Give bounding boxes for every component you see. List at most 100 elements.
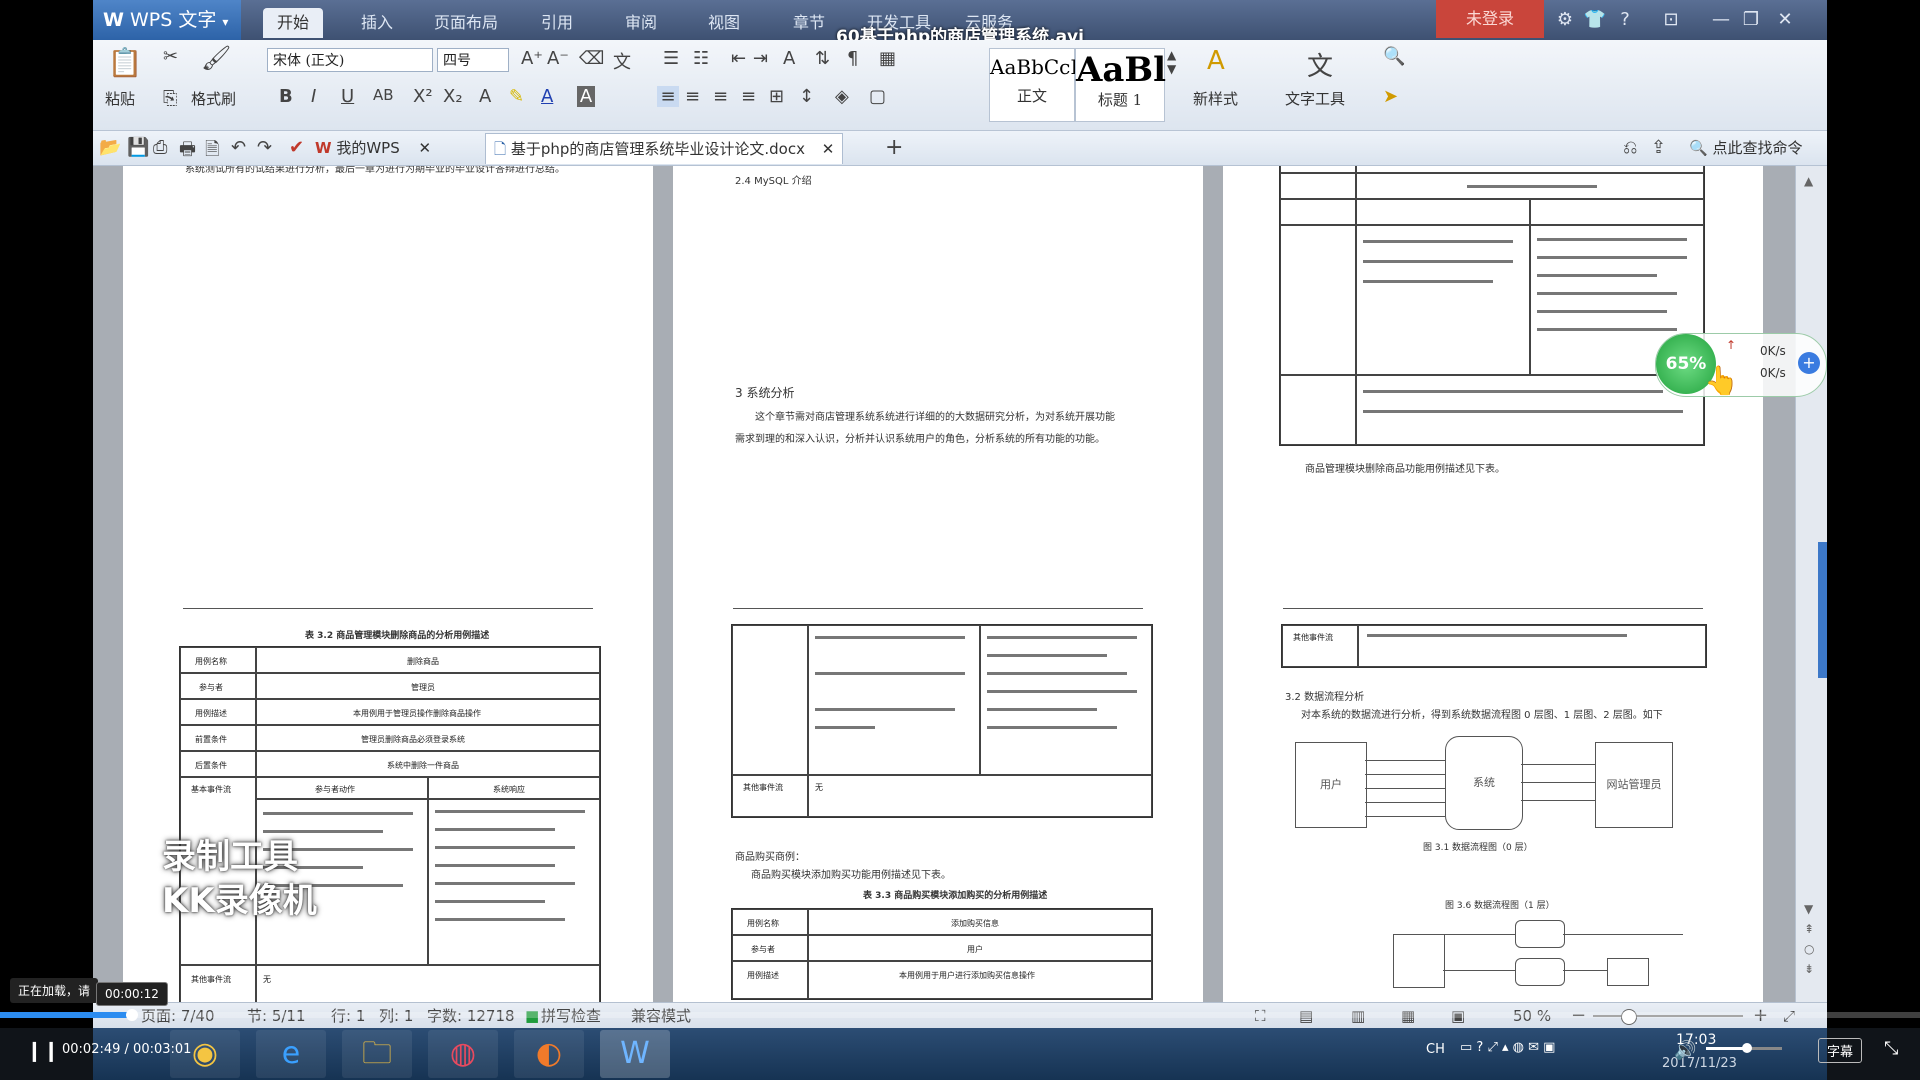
minimize-icon[interactable]: — xyxy=(1707,6,1735,34)
open-icon[interactable]: 📂 xyxy=(99,137,121,158)
grow-font-icon[interactable]: A⁺ xyxy=(521,48,543,69)
login-button[interactable]: 未登录 xyxy=(1436,0,1544,38)
redo-icon[interactable]: ↷ xyxy=(257,137,272,158)
style-scroll-icon[interactable]: ▲ ▼ xyxy=(1167,48,1176,76)
taskbar-chrome-icon[interactable]: ◍ xyxy=(428,1030,498,1078)
new-tab-icon[interactable]: + xyxy=(885,135,903,160)
scroll-top-icon[interactable]: ▲ xyxy=(1804,174,1813,188)
restore-layout-icon[interactable]: ⊡ xyxy=(1657,6,1685,34)
close-doc-tab-icon[interactable]: ✕ xyxy=(822,140,835,158)
italic-icon[interactable]: I xyxy=(311,86,316,107)
close-tab-icon[interactable]: ✕ xyxy=(419,139,432,157)
bold-icon[interactable]: B xyxy=(279,86,293,107)
column-header: 参与者动作 xyxy=(315,785,355,794)
print-icon[interactable]: 🖶 xyxy=(179,137,196,167)
bullets-icon[interactable]: ☰ xyxy=(663,48,679,69)
strikethrough-icon[interactable]: AB xyxy=(373,86,394,104)
volume-icon[interactable]: 🔊 xyxy=(1674,1040,1696,1061)
print-preview-icon[interactable]: 🗎 xyxy=(205,137,219,167)
taskbar-recorder-icon[interactable]: ◐ xyxy=(514,1030,584,1078)
skin-icon[interactable]: 👕 xyxy=(1581,6,1609,34)
new-style-label[interactable]: 新样式 xyxy=(1193,88,1238,109)
ime-indicator[interactable]: CH xyxy=(1426,1042,1445,1057)
next-page-icon[interactable]: ⇟ xyxy=(1804,962,1814,976)
cut-icon[interactable]: ✂ xyxy=(163,46,178,67)
tab-document[interactable]: 🗋 基于php的商店管理系统毕业设计论文.docx ✕ xyxy=(485,133,844,164)
tab-mywps[interactable]: W 我的WPS ✕ xyxy=(315,133,431,163)
paste-label[interactable]: 粘贴 xyxy=(105,88,135,109)
customize-icon[interactable]: ✔ xyxy=(289,137,304,158)
pause-icon[interactable]: ❙❙ xyxy=(26,1038,60,1062)
share-icon[interactable]: ⇪ xyxy=(1651,137,1666,158)
row-value: 本用例用于用户进行添加购买信息操作 xyxy=(899,971,1035,980)
taskbar-wps-icon[interactable]: W xyxy=(600,1030,670,1078)
undo-icon[interactable]: ↶ xyxy=(231,137,246,158)
show-marks-icon[interactable]: ¶ xyxy=(847,48,858,69)
distribute-icon[interactable]: ⊞ xyxy=(769,86,784,107)
subscript-icon[interactable]: X₂ xyxy=(443,86,463,107)
format-painter-label[interactable]: 格式刷 xyxy=(191,88,236,109)
question-icon[interactable]: ? xyxy=(1611,6,1639,34)
scroll-down-icon[interactable]: ▼ xyxy=(1804,902,1813,916)
sync-icon[interactable]: ⎌ xyxy=(1623,137,1637,158)
maximize-icon[interactable]: ❐ xyxy=(1737,6,1765,34)
text-effect-icon[interactable]: A xyxy=(479,86,491,107)
volume-knob[interactable] xyxy=(1742,1043,1752,1053)
scroll-thumb[interactable] xyxy=(1818,542,1827,678)
subtitle-button[interactable]: 字幕 xyxy=(1818,1038,1863,1063)
font-name-select[interactable]: 宋体 (正文) xyxy=(267,48,433,72)
text-line xyxy=(987,690,1137,693)
align-right-icon[interactable]: ≡ xyxy=(713,86,728,107)
shading-icon[interactable]: ◈ xyxy=(835,86,849,107)
save-icon[interactable]: 💾 xyxy=(127,137,149,158)
align-left-icon[interactable]: ≡ xyxy=(657,86,679,107)
help-icon[interactable]: ⚙ xyxy=(1551,6,1579,34)
browse-object-icon[interactable]: ○ xyxy=(1804,942,1814,956)
text-tools-label[interactable]: 文字工具 xyxy=(1285,88,1345,109)
char-shading-icon[interactable]: A xyxy=(577,86,595,107)
shrink-font-icon[interactable]: A⁻ xyxy=(547,48,569,69)
exit-fullscreen-icon[interactable]: ⤡ xyxy=(1884,1038,1898,1059)
tray-icons[interactable]: ▭ ? ⤢ ▴ ◍ ✉ ▣ xyxy=(1460,1040,1555,1055)
taskbar-explorer-icon[interactable]: 🗀 xyxy=(342,1030,412,1078)
decrease-indent-icon[interactable]: ⇤ xyxy=(731,48,746,69)
brush-icon[interactable]: 🖌 xyxy=(201,44,231,72)
numbering-icon[interactable]: ☷ xyxy=(693,48,709,69)
sort-icon[interactable]: ⇅ xyxy=(815,48,830,69)
header-rule xyxy=(733,608,1143,609)
select-icon[interactable]: ➤ xyxy=(1383,86,1398,107)
text-tools-icon[interactable]: 文 xyxy=(1307,46,1333,83)
vertical-scrollbar[interactable]: ▲ ▼ ⇞ ○ ⇟ xyxy=(1795,166,1827,1002)
prev-page-icon[interactable]: ⇞ xyxy=(1804,922,1814,936)
superscript-icon[interactable]: X² xyxy=(413,86,433,107)
clear-format-icon[interactable]: ⌫ xyxy=(579,48,604,69)
add-icon[interactable]: + xyxy=(1798,352,1820,374)
table-grid-icon[interactable]: ▦ xyxy=(879,48,896,69)
highlight-icon[interactable]: ✎ xyxy=(509,86,524,107)
watermark-line-1: 录制工具 xyxy=(162,837,298,877)
style-normal[interactable]: AaBbCcI 正文 xyxy=(989,48,1078,122)
document-area[interactable]: 系统测试所有的试结果进行分析，最后一章为进行为期毕业的毕业设计答辩进行总结。 2… xyxy=(93,166,1827,1002)
paste-icon[interactable]: 📋 xyxy=(105,46,145,79)
borders-icon[interactable]: ▢ xyxy=(869,86,886,107)
underline-icon[interactable]: U xyxy=(341,86,354,107)
text-line xyxy=(1363,410,1683,413)
seek-bar[interactable] xyxy=(0,1012,1920,1018)
justify-icon[interactable]: ≡ xyxy=(741,86,756,107)
copy-icon[interactable]: ⎘ xyxy=(163,88,177,109)
style-heading1[interactable]: AaBl 标题 1 xyxy=(1075,48,1166,122)
taskbar-ie-icon[interactable]: e xyxy=(256,1030,326,1078)
find-command-box[interactable]: 🔍 点此查找命令 xyxy=(1689,137,1802,158)
align-center-icon[interactable]: ≡ xyxy=(685,86,700,107)
p2-heading-2-4: 2.4 MySQL 介绍 xyxy=(735,176,812,187)
new-style-icon[interactable]: A xyxy=(1207,46,1225,76)
find-replace-icon[interactable]: 🔍 xyxy=(1383,46,1405,67)
font-color-icon[interactable]: A xyxy=(541,86,553,107)
close-icon[interactable]: ✕ xyxy=(1771,6,1799,34)
increase-indent-icon[interactable]: ⇥ xyxy=(753,48,768,69)
export-pdf-icon[interactable]: ⎙ xyxy=(153,137,167,158)
chinese-layout-icon[interactable]: A xyxy=(783,48,795,69)
font-size-select[interactable]: 四号 xyxy=(437,48,509,72)
line-spacing-icon[interactable]: ↕ xyxy=(799,86,814,107)
phonetic-icon[interactable]: 文 xyxy=(613,48,631,74)
